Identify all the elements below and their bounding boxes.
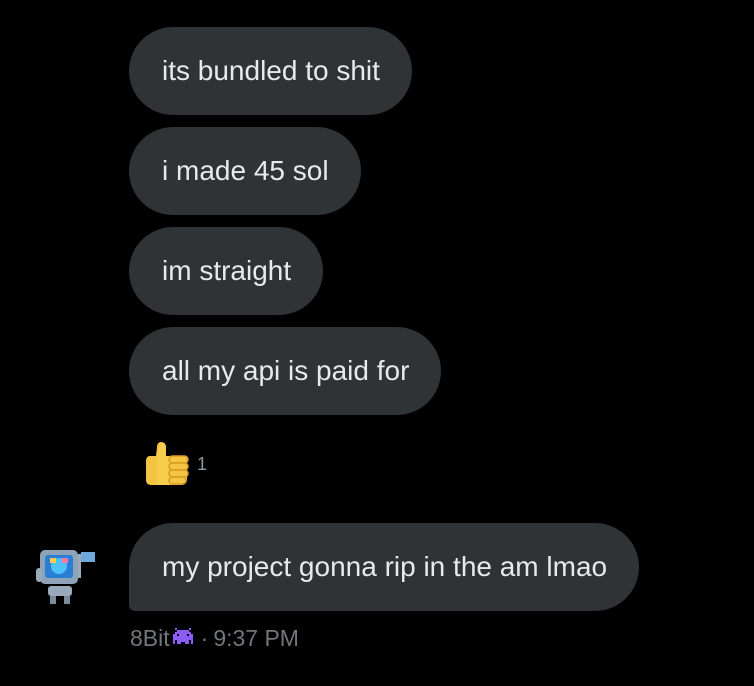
message-bubble[interactable]: its bundled to shit — [129, 27, 412, 115]
message-bubble[interactable]: all my api is paid for — [129, 327, 442, 415]
reaction-chip[interactable]: 1 — [141, 440, 207, 490]
message-bubble[interactable]: i made 45 sol — [129, 127, 361, 215]
message-bubble[interactable]: my project gonna rip in the am lmao — [129, 523, 640, 611]
reaction-count: 1 — [197, 453, 208, 474]
message-timestamp: 9:37 PM — [213, 624, 299, 651]
message-bubble[interactable]: im straight — [129, 227, 324, 315]
sender-name[interactable]: 8Bit — [130, 625, 170, 652]
message-meta: 8Bit · 9:37 PM — [130, 622, 299, 654]
thumbs-up-icon — [141, 438, 191, 493]
retro-computer-robot-icon — [30, 540, 102, 612]
pixel-invader-icon — [171, 626, 195, 650]
meta-separator: · — [200, 624, 209, 651]
sender-avatar[interactable] — [30, 540, 102, 612]
